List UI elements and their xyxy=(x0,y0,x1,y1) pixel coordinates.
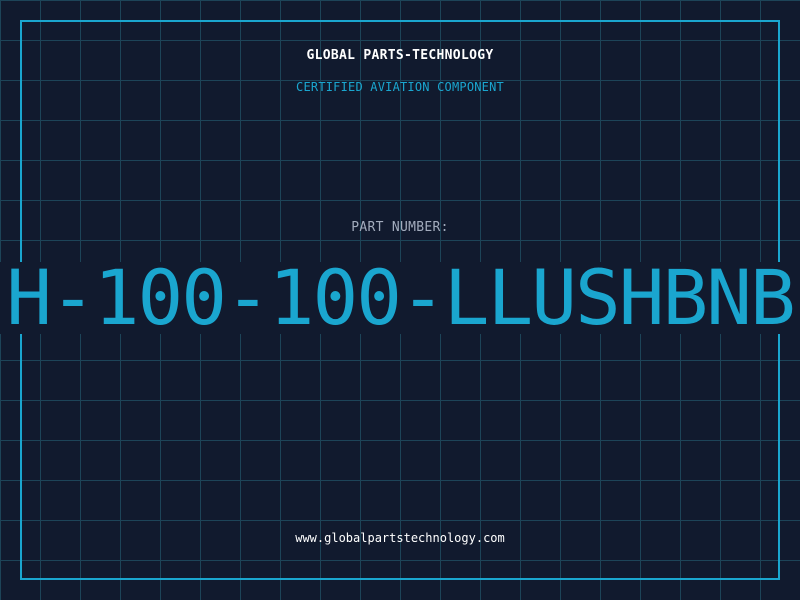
certification-tagline: CERTIFIED AVIATION COMPONENT xyxy=(296,80,504,94)
part-number-label: PART NUMBER: xyxy=(351,220,449,235)
company-name: GLOBAL PARTS-TECHNOLOGY xyxy=(306,48,494,63)
part-number-band: H-100-100-LLUSHBNB xyxy=(0,262,800,334)
part-number-value: H-100-100-LLUSHBNB xyxy=(6,262,796,334)
certificate-page: GLOBAL PARTS-TECHNOLOGY CERTIFIED AVIATI… xyxy=(0,0,800,600)
website-link[interactable]: www.globalpartstechnology.com xyxy=(0,531,800,545)
